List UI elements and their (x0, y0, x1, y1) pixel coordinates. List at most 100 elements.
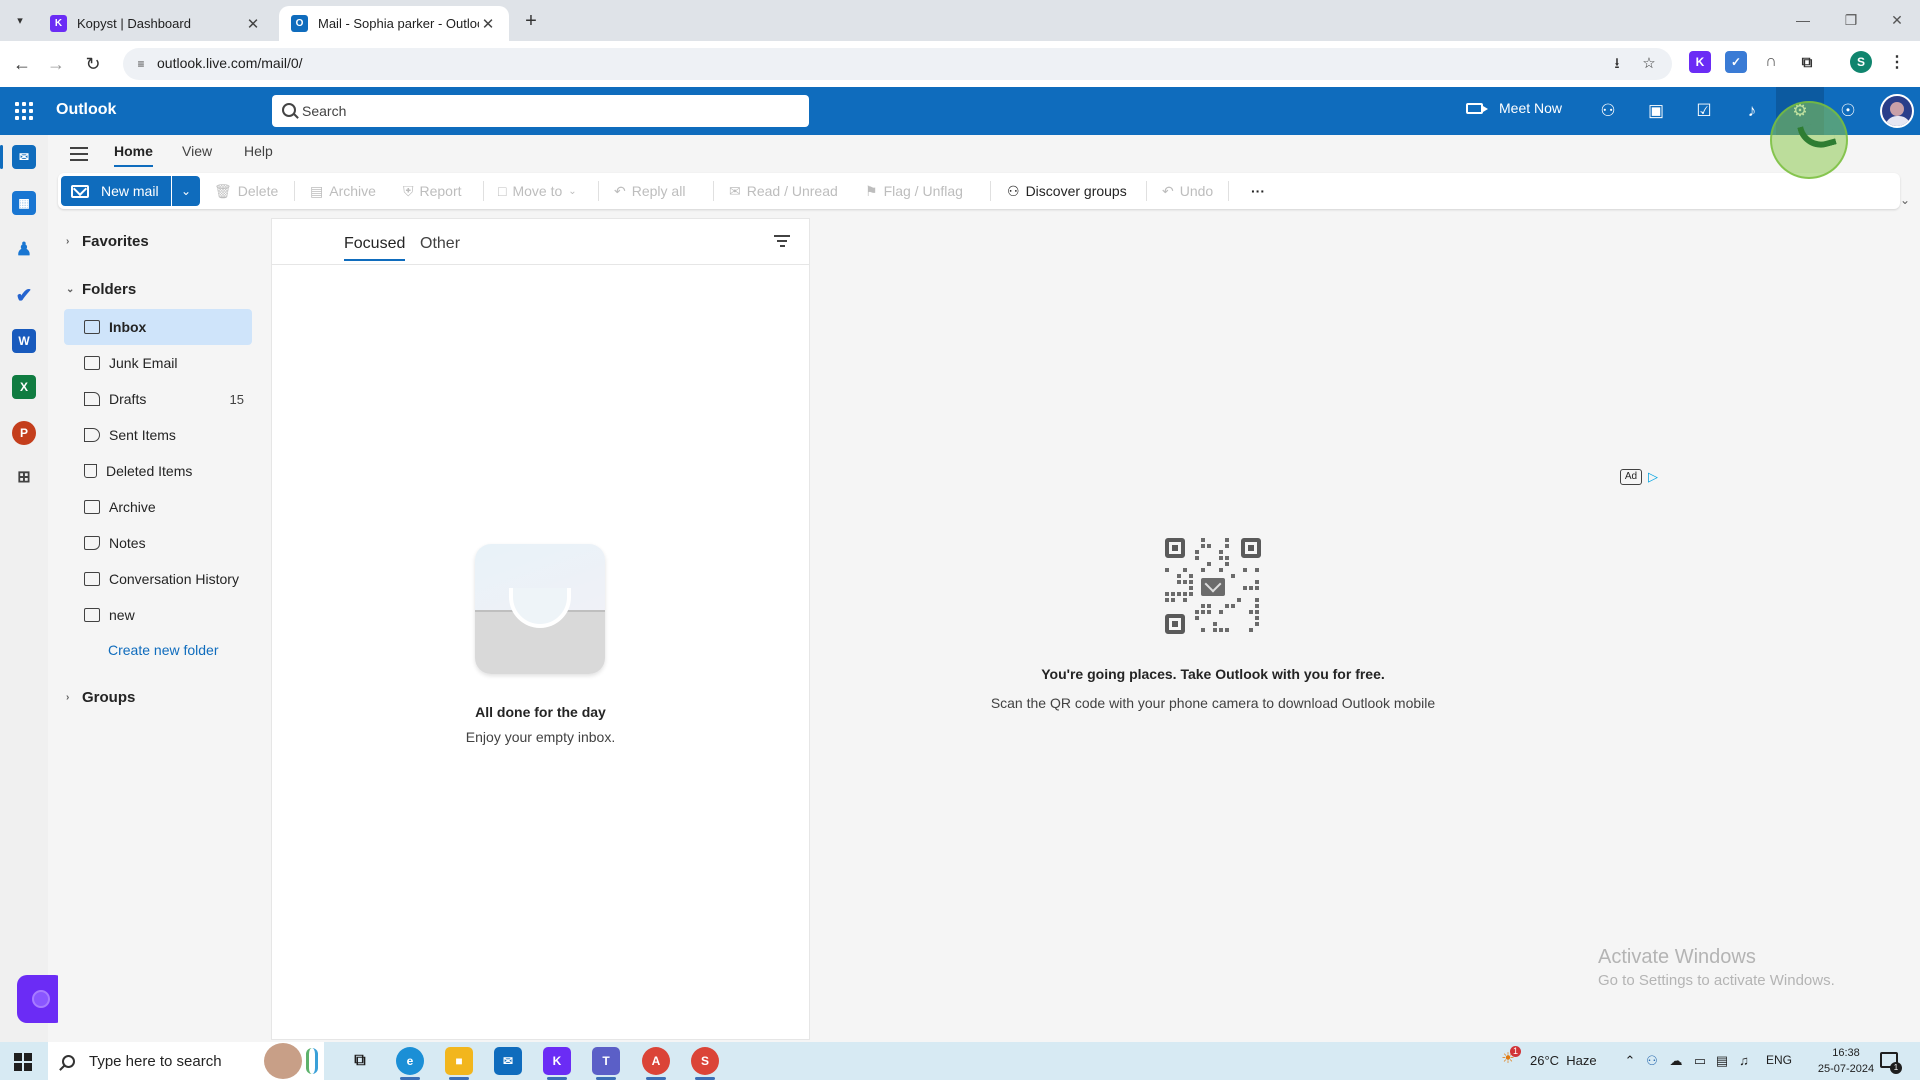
reply-all-button[interactable]: ↶ Reply all (614, 173, 685, 209)
site-info-icon[interactable]: ≡ (133, 56, 149, 72)
tab-help[interactable]: Help (244, 143, 273, 165)
windows-start-icon[interactable] (14, 1053, 32, 1071)
archive-button[interactable]: ▤ Archive (310, 173, 376, 209)
task-view-icon[interactable]: ⧉ (346, 1047, 374, 1075)
folder-junk-email[interactable]: Junk Email (64, 345, 252, 381)
folder-drafts[interactable]: Drafts 15 (64, 381, 252, 417)
notifications-bell-icon[interactable]: ♪ (1740, 99, 1764, 123)
adchoices-icon[interactable]: ▷ (1648, 469, 1658, 485)
flag-unflag-button[interactable]: ⚑ Flag / Unflag (865, 173, 963, 209)
read-unread-button[interactable]: ✉ Read / Unread (729, 173, 838, 209)
more-apps-icon[interactable]: ⊞ (12, 465, 36, 489)
discover-groups-button[interactable]: ⚇ Discover groups (1007, 173, 1127, 209)
edge-browser-icon[interactable]: e (396, 1047, 424, 1075)
tab-search-chevron-icon[interactable]: ▾ (8, 8, 32, 32)
qr-module (1177, 580, 1181, 584)
ribbon-divider (598, 181, 599, 201)
tab-kopyst-dashboard[interactable]: K Kopyst | Dashboard ✕ (38, 6, 274, 41)
create-new-folder-link[interactable]: Create new folder (108, 642, 219, 658)
report-button[interactable]: ⛨ Report (403, 173, 462, 209)
app-launcher-icon[interactable] (12, 99, 36, 123)
groups-section[interactable]: › Groups (66, 689, 135, 706)
bookmark-star-icon[interactable]: ☆ (1641, 56, 1657, 72)
account-avatar[interactable] (1880, 94, 1914, 128)
battery-icon[interactable]: ▭ (1692, 1053, 1708, 1069)
minimize-icon[interactable]: — (1780, 6, 1826, 34)
show-hidden-icons-chevron-icon[interactable]: ⌃ (1622, 1053, 1638, 1069)
chrome-profile-a-icon[interactable]: A (642, 1047, 670, 1075)
ribbon-expand-chevron-icon[interactable]: ⌄ (1900, 193, 1910, 207)
ad-badge[interactable]: Ad (1620, 469, 1642, 485)
excel-icon[interactable]: X (12, 375, 36, 399)
restore-icon[interactable]: ❐ (1828, 6, 1874, 34)
back-icon[interactable]: ← (8, 50, 36, 78)
file-explorer-icon[interactable]: ■ (445, 1047, 473, 1075)
more-options-button[interactable]: ··· (1251, 173, 1265, 209)
hamburger-menu-icon[interactable] (70, 147, 88, 161)
word-icon[interactable]: W (12, 329, 36, 353)
teams-app-icon[interactable]: T (592, 1047, 620, 1075)
new-mail-dropdown-chevron-icon[interactable]: ⌄ (172, 176, 200, 206)
favorites-section[interactable]: › Favorites (66, 233, 149, 250)
teams-icon[interactable]: ⚇ (1596, 99, 1620, 123)
trash-icon: 🗑 (214, 182, 232, 199)
people-icon[interactable]: ♟ (12, 237, 36, 261)
folder-sent-items[interactable]: Sent Items (64, 417, 252, 453)
chevron-down-icon: ⌄ (568, 185, 577, 197)
weather-text[interactable]: 26°C Haze (1530, 1053, 1597, 1068)
new-mail-button[interactable]: New mail (61, 176, 171, 206)
teams-tray-icon[interactable]: ⚇ (1644, 1053, 1660, 1069)
close-tab-icon[interactable]: ✕ (479, 15, 497, 33)
tab-view[interactable]: View (182, 143, 212, 165)
delete-button[interactable]: 🗑 Delete (214, 173, 278, 209)
move-to-button[interactable]: □ Move to ⌄ (498, 173, 577, 209)
my-day-icon[interactable]: ☑ (1692, 99, 1716, 123)
todo-check-icon[interactable]: ✔ (12, 283, 36, 307)
mail-app-icon[interactable]: ✉ (494, 1047, 522, 1075)
qr-module (1201, 604, 1205, 608)
search-box[interactable] (272, 95, 809, 127)
archive-icon (84, 500, 100, 514)
browser-menu-icon[interactable]: ⋮ (1886, 51, 1908, 73)
extension-icon[interactable]: ✓ (1725, 51, 1747, 73)
kopyst-extension-icon[interactable]: K (1689, 51, 1711, 73)
office-icon[interactable]: ▣ (1644, 99, 1668, 123)
profile-avatar-icon[interactable]: S (1850, 51, 1872, 73)
folder-deleted-items[interactable]: Deleted Items (64, 453, 252, 489)
kopyst-app-icon[interactable]: K (543, 1047, 571, 1075)
search-input[interactable] (302, 95, 797, 127)
tab-other[interactable]: Other (420, 235, 460, 259)
volume-icon[interactable]: ♫ (1736, 1053, 1752, 1069)
folder-archive[interactable]: Archive (64, 489, 252, 525)
mail-icon[interactable]: ✉ (12, 145, 36, 169)
folder-notes[interactable]: Notes (64, 525, 252, 561)
address-bar[interactable]: ≡ outlook.live.com/mail/0/ ⭳ ☆ (123, 48, 1672, 80)
language-indicator[interactable]: ENG (1766, 1053, 1792, 1067)
taskbar-search[interactable]: Type here to search (48, 1042, 324, 1080)
new-tab-button[interactable]: + (518, 8, 544, 34)
install-app-icon[interactable]: ⭳ (1609, 56, 1625, 72)
forward-icon[interactable]: → (42, 50, 70, 78)
close-tab-icon[interactable]: ✕ (244, 15, 262, 33)
tab-focused[interactable]: Focused (344, 235, 406, 261)
chrome-profile-s-icon[interactable]: S (691, 1047, 719, 1075)
folders-section[interactable]: ⌄ Folders (66, 281, 136, 298)
tab-home[interactable]: Home (114, 143, 153, 167)
folder-conversation-history[interactable]: Conversation History (64, 561, 252, 597)
onedrive-cloud-icon[interactable]: ☁ (1668, 1053, 1684, 1069)
filter-icon[interactable] (774, 235, 790, 247)
extension-arc-icon[interactable]: ∩ (1760, 51, 1782, 73)
powerpoint-icon[interactable]: P (12, 421, 36, 445)
meet-now-button[interactable]: Meet Now (1466, 100, 1562, 116)
calendar-icon[interactable]: ▦ (12, 191, 36, 215)
close-window-icon[interactable]: ✕ (1874, 6, 1920, 34)
folder-new[interactable]: new (64, 597, 252, 633)
tab-outlook-mail[interactable]: O Mail - Sophia parker - Outlook ✕ (279, 6, 509, 41)
folder-inbox[interactable]: Inbox (64, 309, 252, 345)
network-icon[interactable]: ▤ (1714, 1053, 1730, 1069)
clock[interactable]: 16:38 25-07-2024 (1816, 1045, 1876, 1077)
reload-icon[interactable]: ↻ (79, 50, 107, 78)
app-name[interactable]: Outlook (56, 101, 116, 119)
undo-button[interactable]: ↶ Undo (1162, 173, 1213, 209)
extensions-puzzle-icon[interactable]: ⧉ (1796, 51, 1818, 73)
